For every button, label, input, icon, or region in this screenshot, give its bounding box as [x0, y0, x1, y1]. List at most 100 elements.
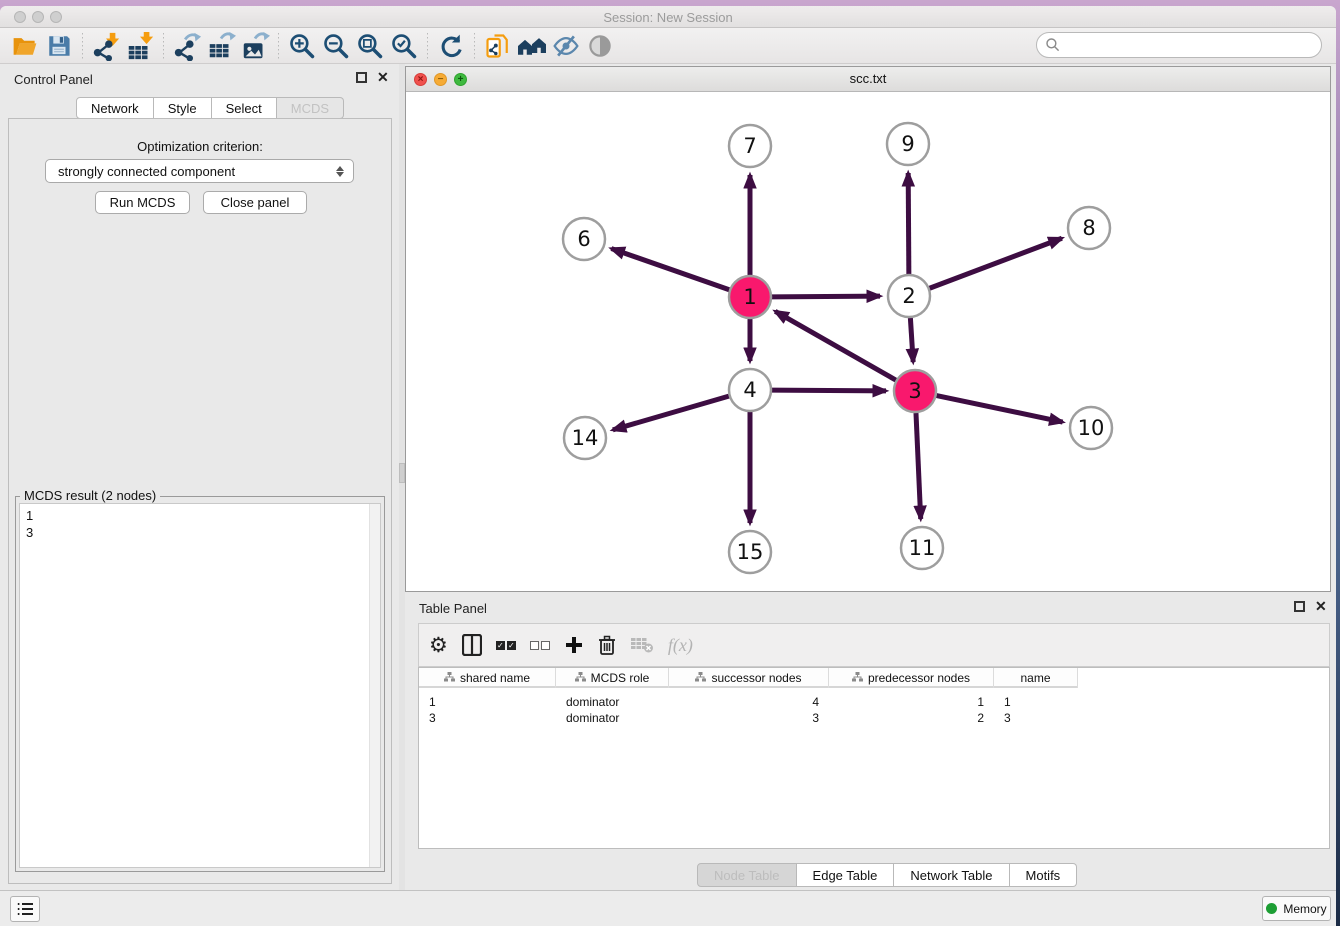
- zoom-in-icon[interactable]: [285, 30, 319, 62]
- window-title: Session: New Session: [0, 10, 1336, 25]
- graph-edge-1-2[interactable]: [772, 296, 880, 297]
- graph-edge-1-6[interactable]: [611, 249, 729, 290]
- network-window-titlebar[interactable]: × − + scc.txt: [406, 67, 1330, 92]
- optimization-criterion-label: Optimization criterion:: [9, 139, 391, 154]
- graph-node-8[interactable]: 8: [1068, 207, 1110, 249]
- tab-select[interactable]: Select: [212, 97, 277, 119]
- table-cell: 1: [994, 694, 1078, 710]
- column-header-successor-nodes[interactable]: successor nodes: [669, 668, 829, 688]
- control-panel-float-icon[interactable]: [356, 72, 367, 83]
- svg-text:8: 8: [1082, 216, 1095, 240]
- export-image-icon[interactable]: [238, 30, 272, 62]
- search-field[interactable]: [1036, 32, 1322, 58]
- show-all-houses-icon[interactable]: [515, 30, 549, 62]
- tab-mcds[interactable]: MCDS: [277, 97, 344, 119]
- result-scrollbar[interactable]: [369, 504, 380, 867]
- run-mcds-button[interactable]: Run MCDS: [95, 191, 190, 214]
- tab-motifs[interactable]: Motifs: [1010, 863, 1078, 887]
- svg-text:4: 4: [743, 378, 756, 402]
- graph-node-2[interactable]: 2: [888, 275, 930, 317]
- window-titlebar[interactable]: Session: New Session: [0, 6, 1336, 28]
- zoom-fit-icon[interactable]: [353, 30, 387, 62]
- table-toolbar: ⚙ ✓✓ f(x): [418, 623, 1330, 667]
- memory-button[interactable]: Memory: [1262, 896, 1331, 921]
- graph-edge-4-3[interactable]: [772, 390, 886, 391]
- delete-column-trash-icon[interactable]: [598, 630, 616, 660]
- network-graph-canvas[interactable]: 7 9 6 8 1 2 4 3 14 10 15 11: [406, 92, 1330, 591]
- table-cell: 4: [669, 694, 829, 710]
- graph-edge-2-9[interactable]: [908, 173, 909, 274]
- optimization-criterion-select[interactable]: strongly connected component: [45, 159, 354, 183]
- graph-node-15[interactable]: 15: [729, 531, 771, 573]
- graph-node-14[interactable]: 14: [564, 417, 606, 459]
- table-panel-tabs: Node TableEdge TableNetwork TableMotifs: [697, 863, 1077, 887]
- svg-text:10: 10: [1078, 416, 1105, 440]
- table-row[interactable]: 3dominator323: [419, 710, 1078, 726]
- hierarchy-icon: [695, 671, 706, 685]
- select-all-columns-icon[interactable]: ✓✓: [496, 630, 516, 660]
- toggle-visibility-icon[interactable]: [583, 30, 617, 62]
- table-panel-close-icon[interactable]: ✕: [1315, 601, 1327, 612]
- clone-network-icon[interactable]: [481, 30, 515, 62]
- graph-edge-3-1[interactable]: [775, 311, 896, 380]
- tab-style[interactable]: Style: [154, 97, 212, 119]
- split-view-icon[interactable]: [462, 630, 482, 660]
- mcds-result-list[interactable]: 1 3: [19, 503, 381, 868]
- control-panel-close-icon[interactable]: ✕: [377, 72, 389, 83]
- refresh-icon[interactable]: [434, 30, 468, 62]
- graph-node-9[interactable]: 9: [887, 123, 929, 165]
- delete-table-icon-disabled: [630, 630, 654, 660]
- svg-text:14: 14: [572, 426, 599, 450]
- svg-text:6: 6: [577, 227, 590, 251]
- dropdown-stepper-icon: [333, 162, 347, 180]
- svg-text:15: 15: [737, 540, 764, 564]
- svg-text:9: 9: [901, 132, 914, 156]
- graph-edge-2-3[interactable]: [910, 318, 913, 362]
- control-panel-title: Control Panel: [14, 72, 93, 87]
- deselect-all-columns-icon[interactable]: [530, 630, 550, 660]
- graph-edge-2-8[interactable]: [930, 238, 1062, 288]
- hierarchy-icon: [575, 671, 586, 685]
- graph-node-3[interactable]: 3: [894, 370, 936, 412]
- graph-node-7[interactable]: 7: [729, 125, 771, 167]
- save-session-icon[interactable]: [42, 30, 76, 62]
- mcds-result-group: MCDS result (2 nodes) 1 3: [15, 496, 385, 872]
- column-header-name[interactable]: name: [994, 668, 1078, 688]
- svg-text:1: 1: [743, 285, 756, 309]
- table-settings-gear-icon[interactable]: ⚙: [429, 630, 448, 660]
- tab-network[interactable]: Network: [76, 97, 154, 119]
- table-panel-title: Table Panel: [419, 601, 487, 616]
- add-column-icon[interactable]: [564, 630, 584, 660]
- search-input[interactable]: [1061, 38, 1321, 53]
- export-network-icon[interactable]: [170, 30, 204, 62]
- graph-node-10[interactable]: 10: [1070, 407, 1112, 449]
- graph-node-1[interactable]: 1: [729, 276, 771, 318]
- hide-selected-eye-icon[interactable]: [549, 30, 583, 62]
- tab-node-table[interactable]: Node Table: [697, 863, 797, 887]
- tab-network-table[interactable]: Network Table: [894, 863, 1009, 887]
- mcds-panel: Optimization criterion: strongly connect…: [8, 118, 392, 884]
- column-header-shared-name[interactable]: shared name: [419, 668, 556, 688]
- table-cell: 3: [994, 710, 1078, 726]
- close-panel-button[interactable]: Close panel: [203, 191, 307, 214]
- graph-edge-4-14[interactable]: [613, 396, 729, 430]
- table-row[interactable]: 1dominator411: [419, 694, 1078, 710]
- graph-node-11[interactable]: 11: [901, 527, 943, 569]
- zoom-out-icon[interactable]: [319, 30, 353, 62]
- show-panels-menu-button[interactable]: [10, 896, 40, 922]
- mcds-result-values: 1 3: [26, 507, 33, 541]
- table-panel-float-icon[interactable]: [1294, 601, 1305, 612]
- zoom-selected-icon[interactable]: [387, 30, 421, 62]
- graph-node-4[interactable]: 4: [729, 369, 771, 411]
- tab-edge-table[interactable]: Edge Table: [797, 863, 895, 887]
- import-table-icon[interactable]: [123, 30, 157, 62]
- graph-edge-3-10[interactable]: [937, 396, 1063, 423]
- open-session-icon[interactable]: [8, 30, 42, 62]
- graph-edge-3-11[interactable]: [916, 413, 921, 519]
- import-network-icon[interactable]: [89, 30, 123, 62]
- export-table-icon[interactable]: [204, 30, 238, 62]
- column-header-predecessor-nodes[interactable]: predecessor nodes: [829, 668, 994, 688]
- column-header-MCDS-role[interactable]: MCDS role: [556, 668, 669, 688]
- graph-node-6[interactable]: 6: [563, 218, 605, 260]
- list-menu-icon: [17, 902, 33, 916]
